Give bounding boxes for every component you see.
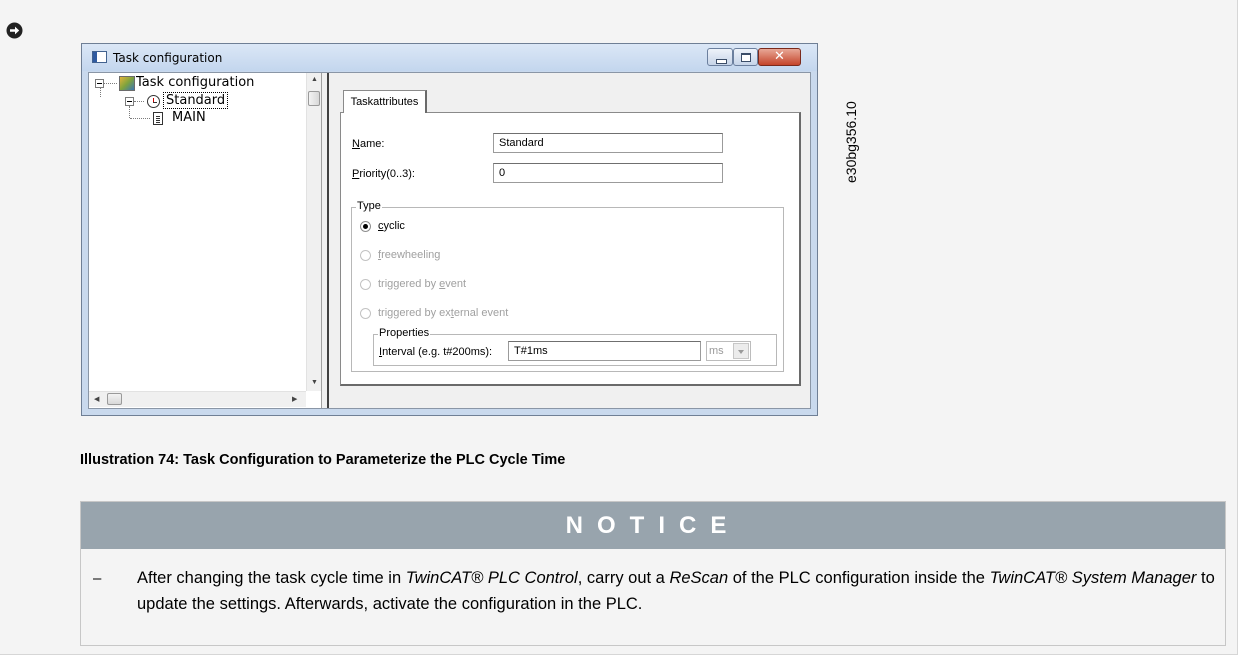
priority-label: Priority(0..3): bbox=[352, 168, 415, 180]
notice-text: After changing the task cycle time in Tw… bbox=[137, 569, 1215, 613]
tree-connector bbox=[100, 88, 101, 97]
radio-icon bbox=[360, 250, 371, 261]
tree-connector bbox=[129, 106, 130, 118]
figure-id: e30bg356.10 bbox=[843, 101, 859, 183]
task-configuration-icon bbox=[119, 76, 135, 91]
interval-label: Interval (e.g. t#200ms): bbox=[379, 346, 493, 358]
window-client: Task configuration Standard MAIN ▲ ▼ ◀ ▶… bbox=[88, 72, 811, 409]
name-label: Name: bbox=[352, 138, 385, 150]
task-configuration-window: Task configuration ✕ Task configuration … bbox=[81, 43, 818, 416]
tree-connector bbox=[134, 101, 144, 102]
program-icon bbox=[153, 112, 163, 125]
properties-group-title: Properties bbox=[378, 327, 431, 339]
figure-caption: Illustration 74: Task Configuration to P… bbox=[80, 452, 566, 468]
scroll-down-icon[interactable]: ▼ bbox=[311, 379, 318, 387]
radio-icon bbox=[360, 279, 371, 290]
interval-unit-select[interactable]: ms bbox=[706, 341, 751, 361]
name-field[interactable]: Standard bbox=[493, 133, 723, 153]
clock-icon bbox=[147, 95, 160, 108]
arrow-circle-icon bbox=[6, 22, 23, 39]
scroll-up-icon[interactable]: ▲ bbox=[311, 76, 318, 84]
collapse-icon[interactable] bbox=[95, 79, 104, 88]
chevron-down-icon[interactable] bbox=[733, 343, 749, 359]
maximize-button[interactable] bbox=[733, 48, 758, 66]
scroll-thumb[interactable] bbox=[308, 91, 320, 106]
tree-connector bbox=[104, 83, 117, 84]
type-group-title: Type bbox=[356, 200, 382, 212]
radio-selected-icon bbox=[360, 221, 371, 232]
window-app-icon bbox=[92, 51, 107, 63]
tree-item-label: Task configuration bbox=[136, 75, 255, 90]
taskattributes-panel: Name: Standard Priority(0..3): 0 Type cy… bbox=[340, 112, 801, 386]
radio-label: triggered by event bbox=[378, 278, 467, 290]
task-tree: Task configuration Standard MAIN ▲ ▼ ◀ ▶ bbox=[89, 73, 322, 408]
close-button[interactable]: ✕ bbox=[758, 48, 801, 66]
collapse-icon[interactable] bbox=[125, 97, 134, 106]
tree-horizontal-scrollbar[interactable]: ◀ ▶ bbox=[89, 391, 306, 407]
tree-item-label: Standard bbox=[163, 92, 229, 109]
unit-value: ms bbox=[709, 345, 724, 357]
scroll-right-icon[interactable]: ▶ bbox=[292, 396, 297, 404]
interval-field[interactable]: T#1ms bbox=[508, 341, 701, 361]
notice-heading: NOTICE bbox=[81, 502, 1225, 549]
radio-label: freewheeling bbox=[378, 249, 441, 261]
properties-group: Properties Interval (e.g. t#200ms): T#1m… bbox=[373, 327, 777, 366]
tree-item-task-configuration[interactable]: Task configuration bbox=[136, 75, 254, 92]
tab-taskattributes[interactable]: Taskattributes bbox=[343, 90, 427, 113]
notice-box: NOTICE – After changing the task cycle t… bbox=[80, 501, 1226, 646]
radio-label: triggered by external event bbox=[378, 307, 509, 319]
scroll-left-icon[interactable]: ◀ bbox=[94, 396, 99, 404]
close-icon: ✕ bbox=[774, 49, 785, 64]
list-dash: – bbox=[93, 570, 102, 587]
window-titlebar[interactable]: Task configuration ✕ bbox=[82, 44, 817, 71]
type-group: Type cyclic freewheeling triggered by ev… bbox=[351, 200, 784, 372]
tree-vertical-scrollbar[interactable]: ▲ ▼ bbox=[306, 73, 322, 391]
tree-item-main[interactable]: MAIN bbox=[172, 110, 206, 127]
window-title: Task configuration bbox=[113, 51, 223, 65]
tree-item-standard[interactable]: Standard bbox=[163, 92, 229, 110]
minimize-button[interactable] bbox=[707, 48, 733, 66]
tree-connector bbox=[130, 118, 150, 119]
radio-icon bbox=[360, 308, 371, 319]
tree-item-label: MAIN bbox=[172, 110, 206, 125]
pane-splitter[interactable] bbox=[321, 73, 329, 408]
radio-label: cyclic bbox=[378, 220, 405, 232]
priority-field[interactable]: 0 bbox=[493, 163, 723, 183]
scroll-thumb[interactable] bbox=[107, 393, 122, 405]
